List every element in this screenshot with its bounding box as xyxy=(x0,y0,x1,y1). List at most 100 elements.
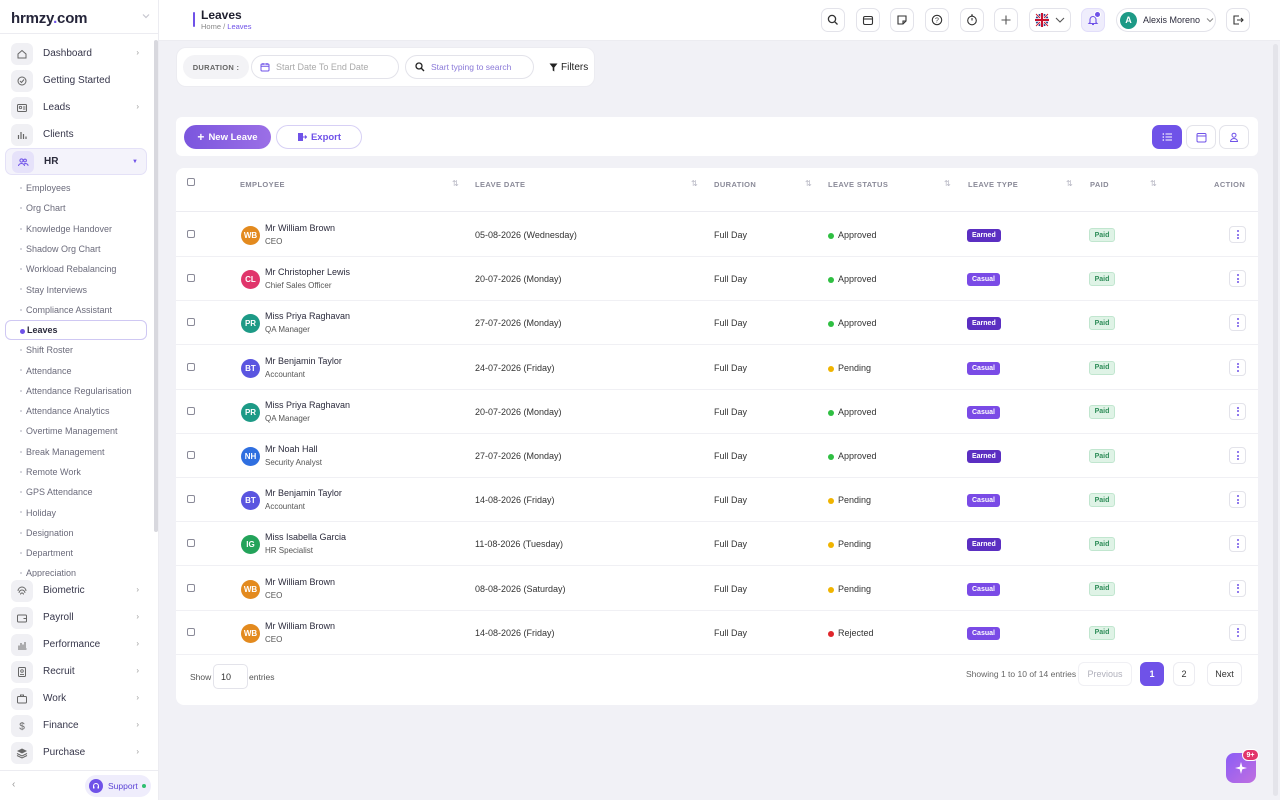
column-duration[interactable]: DURATION xyxy=(714,180,756,189)
breadcrumb-home[interactable]: Home xyxy=(201,22,221,31)
sidebar-subitem-overtime-management[interactable]: Overtime Management xyxy=(0,421,152,441)
sidebar-item-hr[interactable]: HR ▼ xyxy=(5,148,147,175)
column-leave-date[interactable]: LEAVE DATE xyxy=(475,180,525,189)
employee-name[interactable]: Mr Benjamin Taylor xyxy=(265,356,342,366)
sort-icon[interactable]: ⇅ xyxy=(691,179,698,188)
column-leave-status[interactable]: LEAVE STATUS xyxy=(828,180,888,189)
row-actions-button[interactable] xyxy=(1229,447,1246,464)
table-row[interactable]: IG Miss Isabella Garcia HR Specialist 11-08… xyxy=(176,522,1258,567)
row-actions-button[interactable] xyxy=(1229,314,1246,332)
sidebar-subitem-compliance-assistant[interactable]: Compliance Assistant xyxy=(0,300,152,320)
sidebar-scrollbar[interactable] xyxy=(154,40,158,532)
user-menu[interactable]: A Alexis Moreno xyxy=(1116,8,1216,32)
sidebar-subitem-remote-work[interactable]: Remote Work xyxy=(0,462,152,482)
quick-add-button[interactable] xyxy=(994,8,1018,32)
list-view-button[interactable] xyxy=(1152,125,1182,149)
sidebar-subitem-workload-rebalancing[interactable]: Workload Rebalancing xyxy=(0,259,152,279)
table-row[interactable]: PR Miss Priya Raghavan QA Manager 20-07-202… xyxy=(176,389,1258,434)
column-employee[interactable]: EMPLOYEE xyxy=(240,180,285,189)
notifications-button[interactable] xyxy=(1081,8,1105,32)
new-leave-button[interactable]: + New Leave xyxy=(184,125,271,149)
calendar-view-button[interactable] xyxy=(1186,125,1216,149)
support-button[interactable]: Support xyxy=(85,775,151,797)
sidebar-subitem-leaves[interactable]: Leaves xyxy=(5,320,147,341)
date-range-input[interactable]: Start Date To End Date xyxy=(251,55,399,79)
sidebar-subitem-shadow-org-chart[interactable]: Shadow Org Chart xyxy=(0,239,152,259)
sidebar-item-leads[interactable]: Leads › xyxy=(5,94,147,121)
table-row[interactable]: PR Miss Priya Raghavan QA Manager 27-07-202… xyxy=(176,301,1258,346)
sidebar-subitem-gps-attendance[interactable]: GPS Attendance xyxy=(0,482,152,502)
row-checkbox[interactable] xyxy=(187,230,195,238)
page-1-button[interactable]: 1 xyxy=(1140,662,1164,686)
employee-view-button[interactable] xyxy=(1219,125,1249,149)
table-row[interactable]: CL Mr Christopher Lewis Chief Sales Office… xyxy=(176,257,1258,302)
employee-name[interactable]: Mr Benjamin Taylor xyxy=(265,488,342,498)
app-logo[interactable]: hrmzy.com xyxy=(11,10,87,27)
row-actions-button[interactable] xyxy=(1229,623,1246,641)
table-row[interactable]: NH Mr Noah Hall Security Analyst 27-07-2026… xyxy=(176,434,1258,478)
search-input[interactable]: Start typing to search xyxy=(405,55,534,79)
row-actions-button[interactable] xyxy=(1229,226,1246,243)
page-scrollbar[interactable] xyxy=(1273,44,1278,796)
sort-icon[interactable]: ⇅ xyxy=(944,179,951,188)
sidebar-item-work[interactable]: Work › xyxy=(5,685,147,712)
sidebar-subitem-stay-interviews[interactable]: Stay Interviews xyxy=(0,279,152,299)
row-actions-button[interactable] xyxy=(1229,535,1246,553)
employee-name[interactable]: Mr William Brown xyxy=(265,621,335,631)
collapse-sidebar-icon[interactable]: ‹ xyxy=(12,779,15,790)
employee-name[interactable]: Mr Noah Hall xyxy=(265,444,318,454)
sidebar-subitem-attendance-regularisation[interactable]: Attendance Regularisation xyxy=(0,381,152,401)
column-leave-type[interactable]: LEAVE TYPE xyxy=(968,180,1018,189)
sort-icon[interactable]: ⇅ xyxy=(1066,179,1073,188)
employee-name[interactable]: Mr William Brown xyxy=(265,577,335,587)
sidebar-subitem-designation[interactable]: Designation xyxy=(0,523,152,543)
row-actions-button[interactable] xyxy=(1229,358,1246,376)
sidebar-item-clients[interactable]: Clients xyxy=(5,121,147,148)
previous-page-button[interactable]: Previous xyxy=(1078,662,1132,686)
sidebar-subitem-knowledge-handover[interactable]: Knowledge Handover xyxy=(0,219,152,239)
help-button[interactable]: ? xyxy=(925,8,949,32)
column-paid[interactable]: PAID xyxy=(1090,180,1109,189)
page-2-button[interactable]: 2 xyxy=(1173,662,1195,686)
sidebar-item-dashboard[interactable]: Dashboard › xyxy=(5,40,147,67)
sticky-note-button[interactable] xyxy=(890,8,914,32)
sidebar-item-finance[interactable]: $ Finance › xyxy=(5,712,147,739)
sort-icon[interactable]: ⇅ xyxy=(452,179,459,188)
table-row[interactable]: BT Mr Benjamin Taylor Accountant 14-08-2026… xyxy=(176,478,1258,523)
row-checkbox[interactable] xyxy=(187,274,195,283)
employee-name[interactable]: Miss Priya Raghavan xyxy=(265,311,350,321)
sidebar-subitem-attendance-analytics[interactable]: Attendance Analytics xyxy=(0,401,152,421)
table-row[interactable]: WB Mr William Brown CEO 14-08-2026 (Friday)… xyxy=(176,611,1258,655)
sidebar-subitem-break-management[interactable]: Break Management xyxy=(0,442,152,462)
sidebar-item-getting-started[interactable]: Getting Started xyxy=(5,67,147,94)
row-checkbox[interactable] xyxy=(187,539,195,548)
row-checkbox[interactable] xyxy=(187,583,195,592)
sidebar-subitem-employees[interactable]: Employees xyxy=(0,178,152,198)
sidebar-item-recruit[interactable]: Recruit › xyxy=(5,658,147,685)
sidebar-item-purchase[interactable]: Purchase › xyxy=(5,739,147,766)
search-button[interactable] xyxy=(821,8,845,32)
sort-icon[interactable]: ⇅ xyxy=(1150,179,1157,188)
row-checkbox[interactable] xyxy=(187,318,195,327)
sidebar-subitem-appreciation[interactable]: Appreciation xyxy=(0,563,152,577)
workspace-chevron-icon[interactable] xyxy=(142,12,150,20)
row-actions-button[interactable] xyxy=(1229,491,1246,509)
row-checkbox[interactable] xyxy=(187,451,195,459)
select-all-checkbox[interactable] xyxy=(187,178,195,186)
employee-name[interactable]: Miss Isabella Garcia xyxy=(265,532,346,542)
export-button[interactable]: Export xyxy=(276,125,362,149)
sidebar-subitem-org-chart[interactable]: Org Chart xyxy=(0,198,152,218)
sidebar-subitem-attendance[interactable]: Attendance xyxy=(0,360,152,380)
table-row[interactable]: WB Mr William Brown CEO 05-08-2026 (Wednesd… xyxy=(176,213,1258,257)
sidebar-item-performance[interactable]: Performance › xyxy=(5,631,147,658)
calendar-button[interactable] xyxy=(856,8,880,32)
table-row[interactable]: BT Mr Benjamin Taylor Accountant 24-07-2026… xyxy=(176,346,1258,390)
sidebar-subitem-department[interactable]: Department xyxy=(0,543,152,563)
language-selector[interactable] xyxy=(1029,8,1071,32)
row-checkbox[interactable] xyxy=(187,362,195,371)
sidebar-item-biometric[interactable]: Biometric › xyxy=(5,577,147,604)
sidebar-item-payroll[interactable]: Payroll › xyxy=(5,604,147,631)
row-actions-button[interactable] xyxy=(1229,270,1246,288)
table-row[interactable]: WB Mr William Brown CEO 08-08-2026 (Saturda… xyxy=(176,566,1258,611)
row-checkbox[interactable] xyxy=(187,495,195,504)
